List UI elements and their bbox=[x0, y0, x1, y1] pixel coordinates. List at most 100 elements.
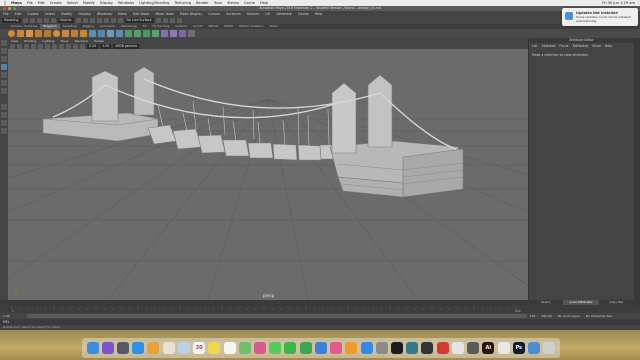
menu-mesh-display[interactable]: Mesh Display bbox=[180, 12, 203, 16]
mac-menu-file[interactable]: File bbox=[27, 1, 33, 5]
single-pane-layout-icon[interactable] bbox=[1, 104, 7, 110]
select-tool-icon[interactable] bbox=[1, 40, 7, 46]
live-surface-field[interactable]: No Live Surface bbox=[124, 18, 154, 23]
smooth-icon[interactable] bbox=[107, 30, 114, 37]
open-scene-icon[interactable] bbox=[29, 18, 35, 23]
separate-icon[interactable] bbox=[98, 30, 105, 37]
lights-icon[interactable] bbox=[66, 43, 71, 49]
apple-menu-icon[interactable]:  bbox=[4, 1, 6, 5]
combine-icon[interactable] bbox=[89, 30, 96, 37]
illustrator-icon[interactable]: Ai bbox=[482, 342, 495, 354]
grid-toggle-icon[interactable] bbox=[31, 43, 36, 49]
plane-icon[interactable] bbox=[44, 30, 51, 37]
boolean-icon[interactable] bbox=[116, 30, 123, 37]
finder-icon[interactable] bbox=[86, 342, 99, 354]
photoshop-icon[interactable]: Ps bbox=[512, 342, 525, 354]
chrome-icon[interactable] bbox=[147, 342, 160, 354]
panel-menu-view[interactable]: View bbox=[11, 39, 18, 43]
scale-tool-icon[interactable] bbox=[1, 80, 7, 86]
appstore-icon[interactable] bbox=[360, 342, 373, 354]
selection-mask-dropdown[interactable]: Objects bbox=[57, 18, 74, 23]
downloads-icon[interactable] bbox=[527, 342, 540, 354]
render-view-icon[interactable] bbox=[155, 18, 161, 23]
mac-menu-edit[interactable]: Edit bbox=[38, 1, 45, 5]
bevel-icon[interactable] bbox=[143, 30, 150, 37]
mac-menu-help[interactable]: Help bbox=[260, 1, 268, 5]
select-by-object-icon[interactable] bbox=[82, 18, 88, 23]
rotate-tool-icon[interactable] bbox=[1, 72, 7, 78]
attr-menu-focus[interactable]: Focus bbox=[559, 44, 568, 48]
lasso-tool-icon[interactable] bbox=[1, 48, 7, 54]
panel-menu-show[interactable]: Show bbox=[60, 39, 68, 43]
range-start-field[interactable]: 1.00 bbox=[3, 314, 10, 318]
redo-icon[interactable] bbox=[50, 18, 56, 23]
attr-menu-help[interactable]: Help bbox=[605, 44, 612, 48]
viewport[interactable]: persp bbox=[8, 49, 528, 300]
paint-select-tool-icon[interactable] bbox=[1, 56, 7, 62]
sphere-icon[interactable] bbox=[8, 30, 15, 37]
menu-surfaces[interactable]: Surfaces bbox=[226, 12, 241, 16]
gamma-field[interactable]: 1.00 bbox=[100, 43, 112, 49]
target-weld-icon[interactable] bbox=[170, 30, 177, 37]
airmail-icon[interactable] bbox=[436, 342, 449, 354]
range-end-field[interactable]: 120 bbox=[530, 314, 536, 318]
snap-curve-icon[interactable] bbox=[103, 18, 109, 23]
select-by-component-icon[interactable] bbox=[89, 18, 95, 23]
cone-icon[interactable] bbox=[35, 30, 42, 37]
menu-deform[interactable]: Deform bbox=[247, 12, 260, 16]
app-menu[interactable]: Maya bbox=[11, 1, 22, 5]
mac-menu-render[interactable]: Render bbox=[196, 1, 209, 5]
menu-curves[interactable]: Curves bbox=[208, 12, 220, 16]
select-by-hierarchy-icon[interactable] bbox=[75, 18, 81, 23]
photos2-icon[interactable] bbox=[254, 342, 267, 354]
cube-icon[interactable] bbox=[17, 30, 24, 37]
camera-attributes-icon[interactable] bbox=[10, 43, 15, 49]
uv-editor-icon[interactable] bbox=[188, 30, 195, 37]
render-settings-icon[interactable] bbox=[176, 18, 182, 23]
two-pane-layout-icon[interactable] bbox=[1, 120, 7, 126]
mac-menu-windows[interactable]: Windows bbox=[118, 1, 134, 5]
multi-cut-icon[interactable] bbox=[161, 30, 168, 37]
film-gate-icon[interactable] bbox=[38, 43, 43, 49]
update-notification[interactable]: Updates Not Installed Some updates could… bbox=[562, 8, 638, 26]
messages-icon[interactable] bbox=[269, 342, 282, 354]
menu-mesh-tools[interactable]: Mesh Tools bbox=[155, 12, 173, 16]
maya-icon[interactable] bbox=[406, 342, 419, 354]
move-tool-icon[interactable] bbox=[1, 64, 7, 70]
panel-menu-shading[interactable]: Shading bbox=[24, 39, 36, 43]
panel-menu-panels[interactable]: Panels bbox=[94, 39, 104, 43]
last-tool-icon[interactable] bbox=[1, 88, 7, 94]
mac-menu-toon[interactable]: Toon bbox=[214, 1, 222, 5]
mac-menu-select[interactable]: Select bbox=[67, 1, 78, 5]
maps-icon[interactable] bbox=[238, 342, 251, 354]
character-set-dropdown[interactable]: No Character Set bbox=[586, 314, 612, 318]
menu-display[interactable]: Display bbox=[78, 12, 91, 16]
snap-surface-icon[interactable] bbox=[117, 18, 123, 23]
mac-menu-create[interactable]: Create bbox=[50, 1, 62, 5]
ipr-render-icon[interactable] bbox=[169, 18, 175, 23]
menu-edit[interactable]: Edit bbox=[15, 12, 22, 16]
safari-icon[interactable] bbox=[132, 342, 145, 354]
undo-icon[interactable] bbox=[43, 18, 49, 23]
cylinder-icon[interactable] bbox=[26, 30, 33, 37]
bridge-model[interactable] bbox=[42, 66, 464, 198]
menu-file[interactable]: File bbox=[3, 12, 9, 16]
save-scene-icon[interactable] bbox=[36, 18, 42, 23]
reminders-icon[interactable] bbox=[223, 342, 236, 354]
menu-mesh[interactable]: Mesh bbox=[118, 12, 127, 16]
preferences-icon[interactable] bbox=[375, 342, 388, 354]
smooth-shade-icon[interactable] bbox=[52, 43, 57, 49]
image-plane-icon[interactable] bbox=[24, 43, 29, 49]
range-slider[interactable] bbox=[26, 314, 527, 318]
panel-menu-renderer[interactable]: Renderer bbox=[75, 39, 89, 43]
trash-icon[interactable] bbox=[543, 342, 556, 354]
torus-icon[interactable] bbox=[53, 30, 60, 37]
time-slider[interactable]: 1 120 bbox=[0, 305, 640, 313]
notes-icon[interactable] bbox=[208, 342, 221, 354]
color-space-dropdown[interactable]: sRGB gamma bbox=[113, 43, 139, 49]
spotify-icon[interactable] bbox=[390, 342, 403, 354]
render-icon[interactable] bbox=[162, 18, 168, 23]
menu-windows[interactable]: Windows bbox=[97, 12, 112, 16]
menu-generate[interactable]: Generate bbox=[276, 12, 292, 16]
clock[interactable]: Fri 30 Jun 1:29 am bbox=[602, 1, 635, 5]
